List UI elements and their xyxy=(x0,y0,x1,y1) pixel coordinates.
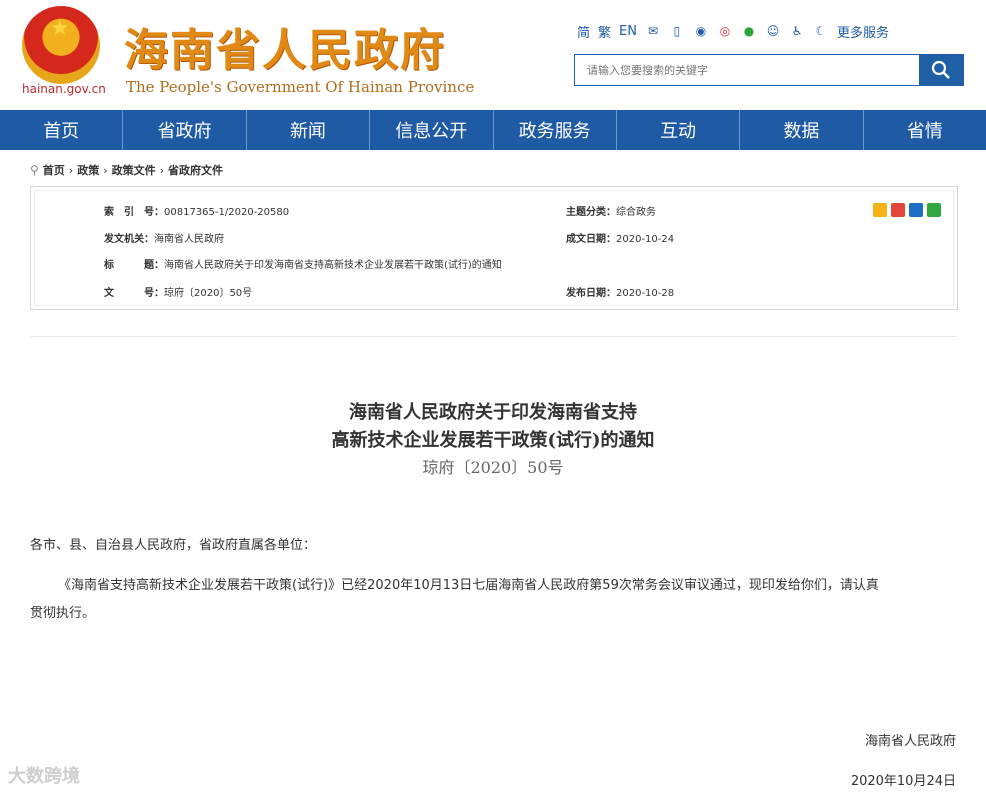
breadcrumb-separator-icon: › xyxy=(103,163,108,177)
mail-icon[interactable]: ✉ xyxy=(645,23,661,39)
meta-index-value: 00817365-1/2020-20580 xyxy=(164,207,290,218)
search-icon xyxy=(931,60,950,79)
nav-interaction[interactable]: 互动 xyxy=(617,110,741,150)
meta-topic-label: 主题分类： xyxy=(566,207,616,218)
breadcrumb-policy-files[interactable]: 政策文件 xyxy=(112,162,156,178)
elderly-icon[interactable]: ☾ xyxy=(813,23,829,39)
doc-number: 琼府〔2020〕50号 xyxy=(422,458,564,477)
share-qzone-icon[interactable] xyxy=(873,203,887,217)
breadcrumb-policy[interactable]: 政策 xyxy=(77,162,99,178)
meta-date-label: 成文日期： xyxy=(566,234,616,245)
doc-title-line2: 高新技术企业发展若干政策(试行)的通知 xyxy=(331,430,655,451)
search-bar xyxy=(574,54,964,86)
meta-pub-label: 发布日期： xyxy=(566,288,616,299)
meta-topic-value: 综合政务 xyxy=(616,207,656,218)
more-services-link[interactable]: 更多服务 xyxy=(837,22,889,41)
meta-topic: 主题分类：综合政务 xyxy=(566,203,656,218)
nav-data[interactable]: 数据 xyxy=(740,110,864,150)
meta-pub-value: 2020-10-28 xyxy=(616,288,675,299)
body-paragraph-cont: 贯彻执行。 xyxy=(30,606,96,621)
wechat-icon[interactable]: ● xyxy=(741,23,757,39)
nav-info-disclosure[interactable]: 信息公开 xyxy=(370,110,494,150)
accessibility-icon[interactable]: ♿ xyxy=(789,23,805,39)
meta-issuer-value: 海南省人民政府 xyxy=(154,234,224,245)
divider xyxy=(30,336,956,337)
meta-title: 标 题：海南省人民政府关于印发海南省支持高新技术企业发展若干政策(试行)的通知 xyxy=(104,256,502,271)
share-people-icon[interactable] xyxy=(909,203,923,217)
english-link[interactable]: EN xyxy=(619,24,637,39)
meta-issuer-label: 发文机关： xyxy=(104,234,154,245)
meta-index-label: 索 引 号： xyxy=(104,207,164,218)
nav-provincial-gov[interactable]: 省政府 xyxy=(123,110,247,150)
nav-province-info[interactable]: 省情 xyxy=(864,110,986,150)
meta-date: 成文日期：2020-10-24 xyxy=(566,230,674,245)
meta-title-label: 标 题： xyxy=(104,260,164,271)
site-domain[interactable]: hainan.gov.cn xyxy=(22,82,106,96)
doc-title-line1: 海南省人民政府关于印发海南省支持 xyxy=(349,402,637,423)
recipients: 各市、县、自治县人民政府，省政府直属各单位： xyxy=(30,538,317,553)
watermark: 大数跨境 xyxy=(8,766,80,787)
signature: 海南省人民政府 xyxy=(864,734,956,749)
breadcrumb-home[interactable]: 首页 xyxy=(43,162,65,178)
share-bar xyxy=(873,203,941,217)
robot-icon[interactable]: ◉ xyxy=(693,23,709,39)
nav-news[interactable]: 新闻 xyxy=(247,110,371,150)
header-tools: 简 繁 EN ✉ ▯ ◉ ◎ ● ☺ ♿ ☾ 更多服务 xyxy=(577,20,889,42)
traditional-link[interactable]: 繁 xyxy=(598,22,611,41)
meta-issuer: 发文机关：海南省人民政府 xyxy=(104,230,224,245)
breadcrumb-separator-icon: › xyxy=(159,163,165,177)
meta-index: 索 引 号：00817365-1/2020-20580 xyxy=(104,203,289,218)
share-weibo-icon[interactable] xyxy=(891,203,905,217)
mobile-icon[interactable]: ▯ xyxy=(669,23,685,39)
search-button[interactable] xyxy=(919,55,963,85)
meta-date-value: 2020-10-24 xyxy=(616,234,675,245)
nav-home[interactable]: 首页 xyxy=(0,110,124,150)
national-emblem-icon: ★ xyxy=(22,6,100,84)
meta-title-value: 海南省人民政府关于印发海南省支持高新技术企业发展若干政策(试行)的通知 xyxy=(164,260,502,271)
breadcrumb: ⚲ 首页 › 政策 › 政策文件 › 省政府文件 xyxy=(30,162,223,178)
breadcrumb-separator-icon: › xyxy=(68,163,74,177)
breadcrumb-gov-files[interactable]: 省政府文件 xyxy=(168,162,223,178)
search-input[interactable] xyxy=(575,55,915,85)
meta-pub: 发布日期：2020-10-28 xyxy=(566,284,674,299)
weibo-icon[interactable]: ◎ xyxy=(717,23,733,39)
main-nav: 首页 省政府 新闻 信息公开 政务服务 互动 数据 省情 xyxy=(0,110,986,150)
meta-docno-label: 文 号： xyxy=(104,288,164,299)
site-title-en: The People's Government Of Hainan Provin… xyxy=(126,78,475,96)
body-paragraph: 《海南省支持高新技术企业发展若干政策(试行)》已经2020年10月13日七届海南… xyxy=(58,578,879,593)
sign-date: 2020年10月24日 xyxy=(850,774,956,789)
nav-gov-services[interactable]: 政务服务 xyxy=(494,110,617,150)
meta-docno: 文 号：琼府〔2020〕50号 xyxy=(104,284,252,299)
simplified-link[interactable]: 简 xyxy=(577,22,590,41)
location-pin-icon: ⚲ xyxy=(30,163,39,177)
site-header: ★ hainan.gov.cn 海南省人民政府 The People's Gov… xyxy=(0,0,986,110)
meta-docno-value: 琼府〔2020〕50号 xyxy=(164,288,253,299)
user-icon[interactable]: ☺ xyxy=(765,23,781,39)
site-title-cn[interactable]: 海南省人民政府 xyxy=(124,14,446,78)
share-wechat-icon[interactable] xyxy=(927,203,941,217)
